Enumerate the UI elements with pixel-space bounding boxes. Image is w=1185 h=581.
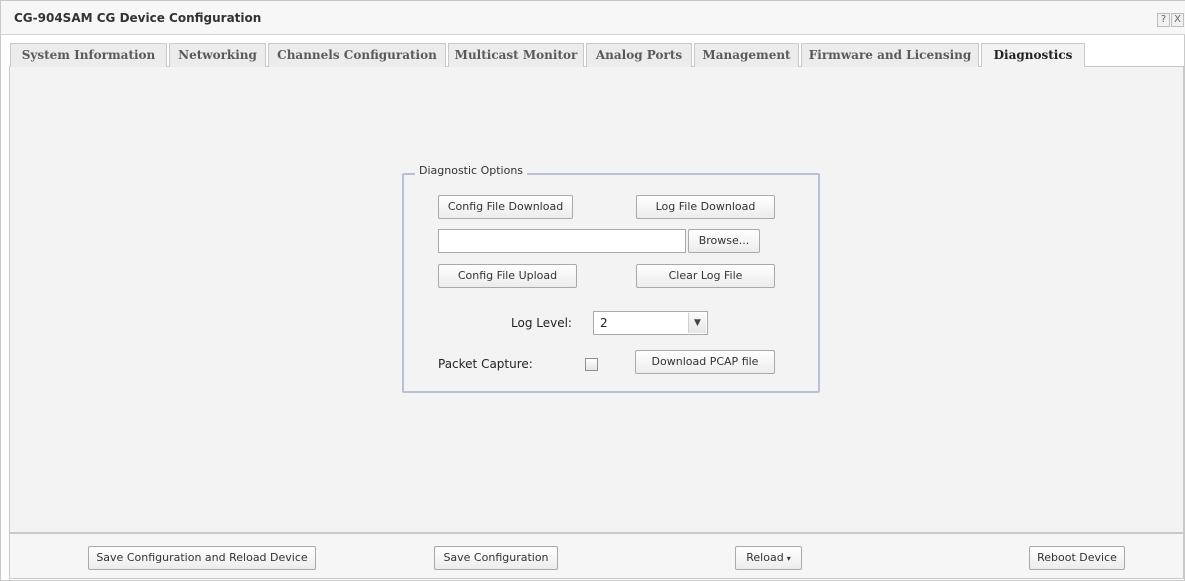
browse-button[interactable]: Browse... — [688, 229, 760, 253]
help-icon[interactable]: ? — [1157, 13, 1170, 27]
save-and-reload-button[interactable]: Save Configuration and Reload Device — [88, 546, 316, 570]
tab-system-information[interactable]: System Information — [10, 43, 167, 67]
title-bar: CG-904SAM CG Device Configuration ? X — [1, 1, 1185, 35]
save-configuration-button[interactable]: Save Configuration — [434, 546, 558, 570]
chevron-down-icon[interactable]: ▼ — [688, 313, 706, 333]
clear-log-file-button[interactable]: Clear Log File — [636, 264, 775, 288]
diagnostic-options-legend: Diagnostic Options — [415, 164, 528, 177]
log-level-label: Log Level: — [511, 316, 572, 330]
tab-multicast-monitor[interactable]: Multicast Monitor — [448, 43, 584, 67]
upload-file-path-input[interactable] — [438, 229, 686, 253]
tab-networking[interactable]: Networking — [169, 43, 266, 67]
caret-down-icon: ▾ — [786, 554, 791, 563]
reload-label: Reload — [746, 551, 784, 564]
tab-diagnostics[interactable]: Diagnostics — [981, 43, 1085, 68]
window-title: CG-904SAM CG Device Configuration — [14, 11, 262, 25]
config-file-upload-button[interactable]: Config File Upload — [438, 264, 577, 288]
reboot-device-button[interactable]: Reboot Device — [1029, 546, 1125, 570]
tab-firmware-and-licensing[interactable]: Firmware and Licensing — [801, 43, 979, 67]
reload-button[interactable]: Reload ▾ — [735, 546, 802, 570]
packet-capture-checkbox[interactable] — [585, 358, 598, 371]
packet-capture-label: Packet Capture: — [438, 357, 533, 371]
tab-management[interactable]: Management — [694, 43, 799, 67]
tab-analog-ports[interactable]: Analog Ports — [586, 43, 692, 67]
tab-bar: System Information Networking Channels C… — [9, 41, 1184, 68]
close-icon[interactable]: X — [1171, 13, 1184, 27]
log-level-value: 2 — [600, 316, 608, 330]
log-file-download-button[interactable]: Log File Download — [636, 195, 775, 219]
config-file-download-button[interactable]: Config File Download — [438, 195, 573, 219]
log-level-select[interactable]: 2 ▼ — [593, 311, 708, 335]
tab-channels-configuration[interactable]: Channels Configuration — [268, 43, 446, 67]
download-pcap-button[interactable]: Download PCAP file — [635, 350, 775, 374]
device-config-window: CG-904SAM CG Device Configuration ? X Sy… — [0, 0, 1185, 581]
